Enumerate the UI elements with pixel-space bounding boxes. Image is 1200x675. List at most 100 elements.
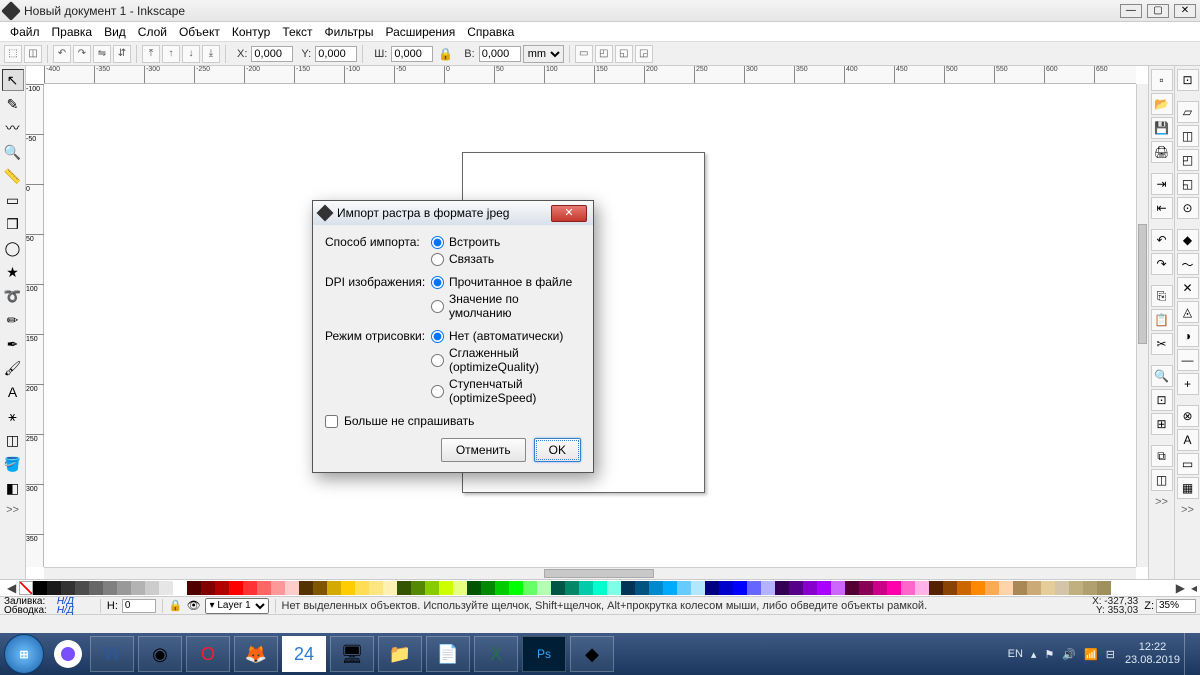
- menu-object[interactable]: Объект: [173, 23, 226, 41]
- snap-center-icon[interactable]: ⊙: [1177, 197, 1199, 219]
- layer-visible-icon[interactable]: 👁: [187, 599, 201, 612]
- radio-link[interactable]: Связать: [431, 252, 581, 266]
- cancel-button[interactable]: Отменить: [441, 438, 526, 462]
- tray-volume-icon[interactable]: 🔊: [1062, 648, 1076, 661]
- swatch[interactable]: [411, 581, 425, 595]
- node-tool-icon[interactable]: ✎: [2, 93, 24, 115]
- checkbox-dont-ask[interactable]: Больше не спрашивать: [325, 414, 581, 428]
- swatch[interactable]: [523, 581, 537, 595]
- swatch[interactable]: [425, 581, 439, 595]
- tweak-tool-icon[interactable]: 〰: [2, 117, 24, 139]
- cut-icon[interactable]: ✂: [1151, 333, 1173, 355]
- radio-dpi-default[interactable]: Значение по умолчанию: [431, 292, 581, 320]
- swatch[interactable]: [89, 581, 103, 595]
- snap-text-icon[interactable]: A: [1177, 429, 1199, 451]
- h-input[interactable]: [479, 46, 521, 62]
- swatch[interactable]: [187, 581, 201, 595]
- ellipse-tool-icon[interactable]: ◯: [2, 237, 24, 259]
- swatch[interactable]: [229, 581, 243, 595]
- swatch[interactable]: [243, 581, 257, 595]
- unit-select[interactable]: mm: [523, 45, 564, 63]
- clone-icon[interactable]: ◫: [1151, 469, 1173, 491]
- menu-help[interactable]: Справка: [461, 23, 520, 41]
- swatch[interactable]: [593, 581, 607, 595]
- swatch[interactable]: [621, 581, 635, 595]
- tray-chevron-icon[interactable]: ▴: [1031, 648, 1037, 661]
- layer-selector[interactable]: ▾ Layer 1: [205, 598, 269, 614]
- redo-icon[interactable]: ↷: [1151, 253, 1173, 275]
- menu-edit[interactable]: Правка: [46, 23, 99, 41]
- swatch[interactable]: [719, 581, 733, 595]
- swatch[interactable]: [509, 581, 523, 595]
- paste-icon[interactable]: 📋: [1151, 309, 1173, 331]
- swatch[interactable]: [313, 581, 327, 595]
- swatch[interactable]: [859, 581, 873, 595]
- window-close[interactable]: ✕: [1174, 4, 1196, 18]
- swatch[interactable]: [173, 581, 187, 595]
- radio-embed[interactable]: Встроить: [431, 235, 581, 249]
- radio-render-quality[interactable]: Сглаженный (optimizeQuality): [431, 346, 581, 374]
- pen-tool-icon[interactable]: ✒: [2, 333, 24, 355]
- lower-bottom-icon[interactable]: ⤓: [202, 45, 220, 63]
- scale-gradient-icon[interactable]: ◱: [615, 45, 633, 63]
- scrollbar-vertical[interactable]: [1136, 84, 1148, 567]
- window-maximize[interactable]: ▢: [1147, 4, 1169, 18]
- rotate-cw-icon[interactable]: ↷: [73, 45, 91, 63]
- swatch[interactable]: [61, 581, 75, 595]
- task-word-icon[interactable]: W: [90, 636, 134, 672]
- measure-tool-icon[interactable]: 📏: [2, 165, 24, 187]
- task-excel-icon[interactable]: X: [474, 636, 518, 672]
- w-input[interactable]: [391, 46, 433, 62]
- snap-object-mid-icon[interactable]: +: [1177, 373, 1199, 395]
- swatch[interactable]: [299, 581, 313, 595]
- swatch[interactable]: [789, 581, 803, 595]
- zoom-drawing-icon[interactable]: ⊡: [1151, 389, 1173, 411]
- scale-pattern-icon[interactable]: ◲: [635, 45, 653, 63]
- zoom-tool-icon[interactable]: 🔍: [2, 141, 24, 163]
- snap-edge-icon[interactable]: ◫: [1177, 125, 1199, 147]
- menu-layer[interactable]: Слой: [132, 23, 173, 41]
- right-col1-overflow[interactable]: >>: [1155, 496, 1168, 508]
- sel-transform-icon[interactable]: ⬚: [4, 45, 22, 63]
- undo-icon[interactable]: ↶: [1151, 229, 1173, 251]
- snap-node-icon[interactable]: ◆: [1177, 229, 1199, 251]
- swatch[interactable]: [1083, 581, 1097, 595]
- swatch[interactable]: [215, 581, 229, 595]
- swatch[interactable]: [775, 581, 789, 595]
- swatch[interactable]: [901, 581, 915, 595]
- swatch[interactable]: [467, 581, 481, 595]
- menu-extensions[interactable]: Расширения: [379, 23, 461, 41]
- stroke-value[interactable]: Н/Д: [57, 606, 74, 615]
- swatch[interactable]: [831, 581, 845, 595]
- flip-v-icon[interactable]: ⇵: [113, 45, 131, 63]
- ok-button[interactable]: OK: [534, 438, 581, 462]
- swatch[interactable]: [369, 581, 383, 595]
- swatch[interactable]: [33, 581, 47, 595]
- show-desktop[interactable]: [1184, 633, 1196, 675]
- swatch[interactable]: [747, 581, 761, 595]
- swatch[interactable]: [1069, 581, 1083, 595]
- swatch[interactable]: [131, 581, 145, 595]
- zoom-page-icon[interactable]: 🔍: [1151, 365, 1173, 387]
- save-icon[interactable]: 💾: [1151, 117, 1173, 139]
- swatch[interactable]: [635, 581, 649, 595]
- swatch[interactable]: [257, 581, 271, 595]
- zoom-input[interactable]: [1156, 599, 1196, 613]
- sel-toggle-icon[interactable]: ◫: [24, 45, 42, 63]
- snap-grid-icon[interactable]: ▦: [1177, 477, 1199, 499]
- swatch[interactable]: [985, 581, 999, 595]
- lower-icon[interactable]: ↓: [182, 45, 200, 63]
- swatch[interactable]: [915, 581, 929, 595]
- palette-next-icon[interactable]: ▶: [1173, 581, 1188, 595]
- swatch[interactable]: [971, 581, 985, 595]
- swatch[interactable]: [999, 581, 1013, 595]
- scale-corner-icon[interactable]: ◰: [595, 45, 613, 63]
- tray-flag-icon[interactable]: ⚑: [1044, 648, 1054, 661]
- snap-toggle-icon[interactable]: ⊡: [1177, 69, 1199, 91]
- menu-path[interactable]: Контур: [226, 23, 276, 41]
- radio-render-auto[interactable]: Нет (автоматически): [431, 329, 581, 343]
- yandex-icon[interactable]: [54, 640, 82, 668]
- layer-lock-icon[interactable]: 🔒: [169, 599, 183, 612]
- swatch[interactable]: [201, 581, 215, 595]
- snap-bbox-icon[interactable]: ▱: [1177, 101, 1199, 123]
